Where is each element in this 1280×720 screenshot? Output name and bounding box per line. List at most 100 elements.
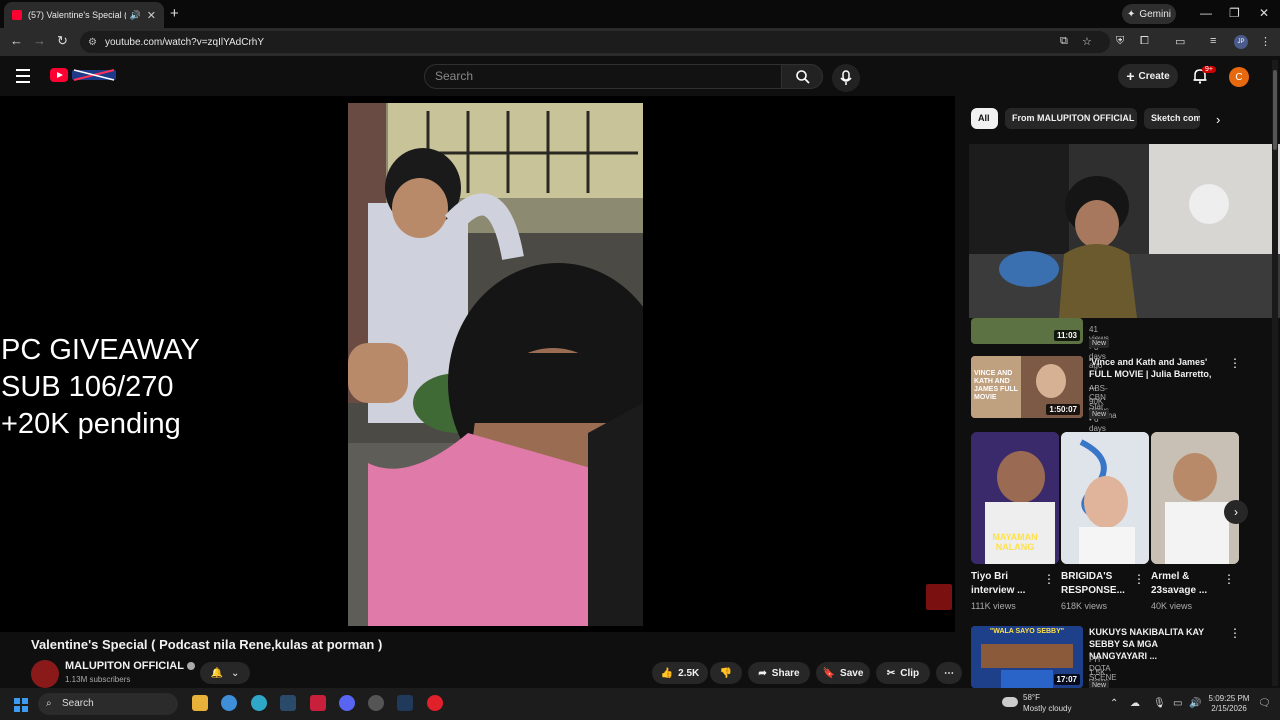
install-app-icon[interactable]: ⧉: [1060, 35, 1068, 48]
forward-icon[interactable]: →: [33, 33, 46, 48]
more-vertical-icon[interactable]: ⋮: [1133, 572, 1145, 586]
file-explorer-icon[interactable]: [192, 695, 208, 711]
youtube-app-icon[interactable]: [427, 695, 443, 711]
youtube-logo-icon[interactable]: [50, 68, 68, 82]
more-vertical-icon[interactable]: ⋮: [1229, 356, 1241, 370]
shorts-item[interactable]: Armel & 23savage ... 40K views ⋮: [1151, 432, 1239, 611]
video-player[interactable]: PC GIVEAWAY SUB 106/270 +20K pending: [0, 96, 955, 632]
close-tab-icon[interactable]: ✕: [147, 9, 156, 22]
shield-extension-icon[interactable]: ⛨: [1116, 35, 1124, 48]
taskbar-search-icon: ⌕: [46, 698, 52, 709]
steam-icon[interactable]: [280, 695, 296, 711]
chrome-icon[interactable]: [221, 695, 237, 711]
more-horizontal-icon: ⋯: [944, 667, 954, 679]
url-bar[interactable]: ⚙ youtube.com/watch?v=zqIlYAdCrhY: [80, 31, 1110, 53]
speaker-icon[interactable]: 🔊: [130, 10, 141, 21]
taskbar-search[interactable]: ⌕ Search: [38, 693, 178, 715]
windows-start-icon[interactable]: [14, 698, 28, 712]
video-thumbnail[interactable]: 11:03: [971, 318, 1083, 344]
notification-count-badge: 9+: [1202, 66, 1216, 73]
new-tab-icon[interactable]: +: [170, 5, 179, 22]
settings-app-icon[interactable]: [368, 695, 384, 711]
extensions-puzzle-icon[interactable]: ⧠: [1140, 35, 1149, 48]
gemini-label: Gemini: [1139, 8, 1172, 20]
save-label: Save: [840, 667, 864, 679]
voice-search-button[interactable]: [832, 64, 860, 92]
tray-chevron-up-icon[interactable]: ⌃: [1110, 698, 1118, 709]
plus-icon: +: [1126, 68, 1135, 84]
hover-preview-video[interactable]: [969, 144, 1280, 318]
more-vertical-icon[interactable]: ⋮: [1229, 626, 1241, 640]
gemini-button[interactable]: ✦ Gemini: [1122, 4, 1176, 24]
thumbs-up-icon: 👍: [660, 667, 674, 679]
shorts-thumbnail[interactable]: [1061, 432, 1149, 564]
minimize-icon[interactable]: —: [1200, 6, 1212, 20]
page-scrollbar[interactable]: [1272, 60, 1278, 686]
shorts-next-chevron-icon[interactable]: ›: [1224, 500, 1248, 524]
volume-icon[interactable]: 🔊: [1189, 698, 1201, 709]
save-button[interactable]: 🔖 Save: [816, 662, 870, 684]
channel-name[interactable]: MALUPITON OFFICIAL: [65, 660, 195, 672]
shorts-thumbnail-image: [1061, 432, 1149, 564]
video-thumbnail[interactable]: "WALA SAYO SEBBY" 17:07: [971, 626, 1083, 688]
subscription-bell-button[interactable]: 🔔 ⌄: [200, 662, 250, 684]
youtube-doodle-logo[interactable]: [72, 68, 116, 82]
create-button[interactable]: + Create: [1118, 64, 1178, 88]
system-clock[interactable]: 5:09:25 PM 2/15/2026: [1206, 694, 1252, 714]
video-frame[interactable]: [348, 103, 643, 626]
network-icon[interactable]: ▭: [1173, 698, 1182, 709]
shorts-title[interactable]: Tiyo Bri interview ...: [971, 570, 1041, 598]
create-label: Create: [1138, 70, 1170, 82]
account-avatar[interactable]: C: [1229, 67, 1249, 87]
reload-icon[interactable]: ↻: [57, 33, 68, 49]
dislike-button[interactable]: 👎: [710, 662, 742, 684]
site-info-icon[interactable]: ⚙: [88, 37, 97, 48]
tab-search-icon[interactable]: ▭: [1175, 35, 1185, 48]
media-control-icon[interactable]: ≡: [1210, 35, 1216, 47]
microphone-tray-icon[interactable]: 🎙: [1153, 698, 1166, 709]
app-a-icon[interactable]: [310, 695, 326, 711]
verified-icon: [186, 662, 195, 671]
browser-tab-strip: (57) Valentine's Special ( Po 🔊 ✕ + ✦ Ge…: [0, 0, 1280, 28]
shorts-item[interactable]: MAYAMAN NALANG Tiyo Bri interview ... 11…: [971, 432, 1059, 611]
bookmark-star-icon[interactable]: ☆: [1082, 35, 1092, 48]
channel-watermark[interactable]: [926, 584, 952, 610]
search-button[interactable]: [781, 64, 823, 89]
browser-profile-avatar[interactable]: JP: [1234, 35, 1248, 49]
shorts-thumbnail-image: [1151, 432, 1239, 564]
restore-icon[interactable]: ❐: [1229, 6, 1240, 20]
back-icon[interactable]: ←: [10, 33, 23, 48]
like-button[interactable]: 👍 2.5K: [652, 662, 708, 684]
channel-avatar[interactable]: [31, 660, 59, 688]
shorts-views: 40K views: [1151, 601, 1193, 611]
share-button[interactable]: ➦ Share: [748, 662, 810, 684]
edge-icon[interactable]: [251, 695, 267, 711]
hamburger-menu-icon[interactable]: [16, 69, 30, 87]
video-thumbnail[interactable]: VINCE AND KATH AND JAMES FULL MOVIE 1:50…: [971, 356, 1083, 418]
browser-tab[interactable]: (57) Valentine's Special ( Po 🔊 ✕: [4, 2, 164, 28]
cloud-icon: [1002, 697, 1018, 707]
shorts-thumbnail[interactable]: MAYAMAN NALANG: [971, 432, 1059, 564]
chip-sketch-comedy[interactable]: Sketch come: [1144, 108, 1200, 129]
chip-from-channel[interactable]: From MALUPITON OFFICIAL: [1005, 108, 1137, 129]
onedrive-icon[interactable]: ☁: [1130, 698, 1140, 709]
discord-icon[interactable]: [339, 695, 355, 711]
scissors-icon: ✂: [886, 667, 896, 679]
shorts-title[interactable]: Armel & 23savage ...: [1151, 570, 1221, 598]
clip-button[interactable]: ✂ Clip: [876, 662, 930, 684]
shorts-item[interactable]: BRIGIDA'S RESPONSE... 618K views ⋮: [1061, 432, 1149, 611]
shorts-thumbnail[interactable]: [1151, 432, 1239, 564]
more-vertical-icon[interactable]: ⋮: [1223, 572, 1235, 586]
steam-active-icon[interactable]: [397, 695, 413, 711]
scrollbar-thumb[interactable]: [1273, 70, 1277, 150]
notification-center-icon[interactable]: 🗨: [1258, 698, 1271, 709]
more-vertical-icon[interactable]: ⋮: [1043, 572, 1055, 586]
close-window-icon[interactable]: ✕: [1259, 6, 1269, 20]
shorts-title[interactable]: BRIGIDA'S RESPONSE...: [1061, 570, 1131, 598]
hover-preview-image: [969, 144, 1280, 318]
chip-all[interactable]: All: [971, 108, 998, 129]
search-input[interactable]: Search: [424, 64, 782, 89]
chevron-right-icon[interactable]: ›: [1216, 112, 1220, 127]
browser-menu-icon[interactable]: ⋮: [1260, 35, 1271, 48]
more-actions-button[interactable]: ⋯: [936, 662, 962, 684]
